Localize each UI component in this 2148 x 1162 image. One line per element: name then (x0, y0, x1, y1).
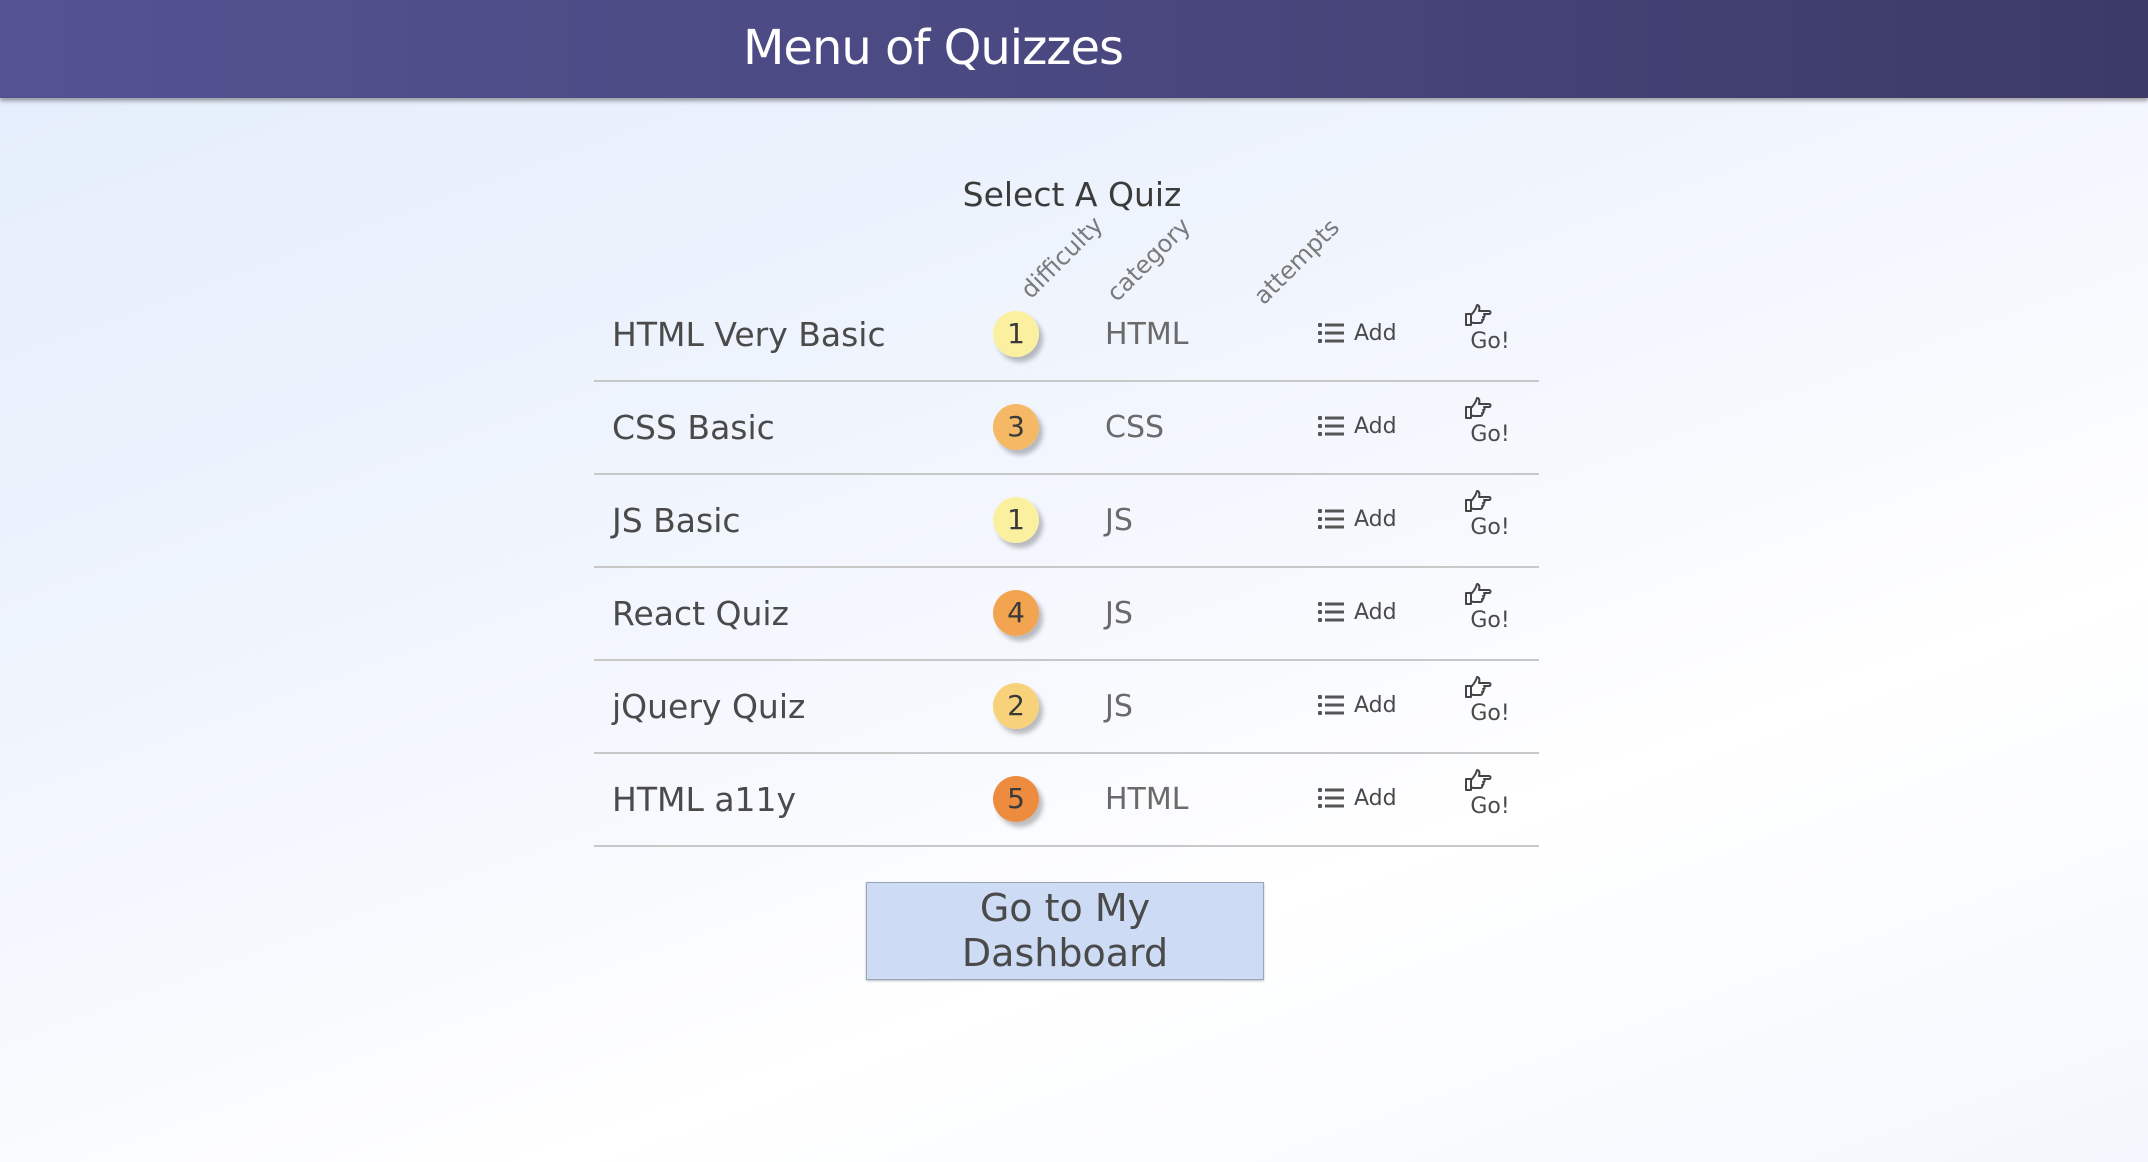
quiz-category: JS (1105, 689, 1133, 724)
hand-point-right-icon (1465, 583, 1492, 605)
page-title: Menu of Quizzes (743, 20, 1124, 76)
go-to-dashboard-button[interactable]: Go to My Dashboard (866, 882, 1264, 980)
list-icon (1318, 695, 1344, 715)
go-label: Go! (1470, 515, 1510, 540)
go-button[interactable]: Go! (1460, 675, 1520, 729)
list-icon (1318, 509, 1344, 529)
add-attempt-button[interactable]: Add (1318, 317, 1397, 349)
quiz-name: HTML Very Basic (612, 315, 886, 354)
quiz-name: CSS Basic (612, 408, 775, 447)
quiz-category: JS (1105, 596, 1133, 631)
go-label: Go! (1470, 608, 1510, 633)
go-button[interactable]: Go! (1460, 489, 1520, 543)
quiz-row: HTML a11y 5 HTML Add Go! (594, 754, 1539, 847)
hand-point-right-icon (1465, 304, 1492, 326)
difficulty-badge: 3 (993, 404, 1039, 450)
quiz-category: HTML (1105, 317, 1189, 352)
quiz-table: HTML Very Basic 1 HTML Add Go! CSS Basic… (594, 289, 1539, 847)
quiz-row: jQuery Quiz 2 JS Add Go! (594, 661, 1539, 754)
list-icon (1318, 416, 1344, 436)
add-attempt-button[interactable]: Add (1318, 503, 1397, 535)
quiz-category: CSS (1105, 410, 1165, 445)
quiz-row: JS Basic 1 JS Add Go! (594, 475, 1539, 568)
add-attempt-button[interactable]: Add (1318, 596, 1397, 628)
quiz-category: HTML (1105, 782, 1189, 817)
quiz-row: HTML Very Basic 1 HTML Add Go! (594, 289, 1539, 382)
difficulty-badge: 5 (993, 776, 1039, 822)
quiz-name: HTML a11y (612, 780, 797, 819)
add-label: Add (1354, 506, 1397, 532)
add-label: Add (1354, 599, 1397, 625)
quiz-name: jQuery Quiz (612, 687, 806, 726)
hand-point-right-icon (1465, 397, 1492, 419)
add-label: Add (1354, 413, 1397, 439)
quiz-category: JS (1105, 503, 1133, 538)
quiz-row: CSS Basic 3 CSS Add Go! (594, 382, 1539, 475)
add-label: Add (1354, 320, 1397, 346)
go-button[interactable]: Go! (1460, 396, 1520, 450)
difficulty-badge: 4 (993, 590, 1039, 636)
add-attempt-button[interactable]: Add (1318, 410, 1397, 442)
add-attempt-button[interactable]: Add (1318, 689, 1397, 721)
go-label: Go! (1470, 329, 1510, 354)
quiz-row: React Quiz 4 JS Add Go! (594, 568, 1539, 661)
add-attempt-button[interactable]: Add (1318, 782, 1397, 814)
add-label: Add (1354, 785, 1397, 811)
add-label: Add (1354, 692, 1397, 718)
quiz-name: React Quiz (612, 594, 789, 633)
go-button[interactable]: Go! (1460, 768, 1520, 822)
go-label: Go! (1470, 422, 1510, 447)
app-header: Menu of Quizzes (0, 0, 2148, 98)
quiz-name: JS Basic (612, 501, 741, 540)
go-button[interactable]: Go! (1460, 303, 1520, 357)
difficulty-badge: 2 (993, 683, 1039, 729)
go-label: Go! (1470, 701, 1510, 726)
hand-point-right-icon (1465, 769, 1492, 791)
list-icon (1318, 323, 1344, 343)
hand-point-right-icon (1465, 676, 1492, 698)
difficulty-badge: 1 (993, 311, 1039, 357)
go-label: Go! (1470, 794, 1510, 819)
hand-point-right-icon (1465, 490, 1492, 512)
go-button[interactable]: Go! (1460, 582, 1520, 636)
list-icon (1318, 602, 1344, 622)
difficulty-badge: 1 (993, 497, 1039, 543)
select-quiz-heading: Select A Quiz (962, 175, 1182, 214)
list-icon (1318, 788, 1344, 808)
